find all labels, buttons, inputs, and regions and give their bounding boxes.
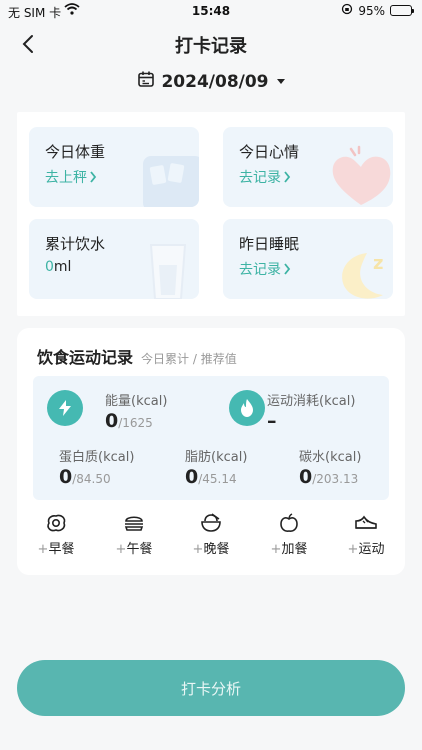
meal-label: 晚餐 (203, 542, 230, 557)
nav-bar: 打卡记录 (0, 28, 422, 60)
burger-icon (104, 512, 164, 534)
battery-icon (390, 5, 414, 16)
chevron-right-icon (90, 171, 97, 183)
apple-icon (259, 512, 319, 534)
water-value: 0ml (45, 259, 72, 275)
weight-title: 今日体重 (45, 143, 106, 161)
diet-title: 饮食运动记录 (37, 348, 134, 367)
moon-icon: z (342, 253, 383, 299)
diet-subtitle: 今日累计 / 推荐值 (141, 352, 237, 366)
calendar-icon (137, 70, 155, 93)
energy-label: 能量(kcal) (105, 394, 168, 409)
weight-action[interactable]: 去上秤 (45, 167, 97, 187)
caret-down-icon (276, 79, 285, 84)
meal-shortcuts: +早餐 +午餐 +晚餐 +加餐 +运动 (17, 512, 405, 560)
water-title: 累计饮水 (45, 235, 106, 253)
page-title: 打卡记录 (175, 36, 247, 57)
sleep-action[interactable]: 去记录 (239, 259, 291, 279)
battery-percent: 95% (358, 3, 385, 18)
add-breakfast-button[interactable]: +早餐 (26, 512, 86, 557)
mood-action[interactable]: 去记录 (239, 167, 291, 187)
exercise-value: – (267, 410, 277, 432)
protein-label: 蛋白质(kcal) (59, 450, 135, 465)
meal-label: 加餐 (281, 542, 308, 557)
carbs-label: 碳水(kcal) (299, 450, 362, 465)
meal-label: 早餐 (48, 542, 75, 557)
fat-label: 脂肪(kcal) (185, 450, 248, 465)
meal-label: 运动 (358, 542, 385, 557)
chevron-right-icon (284, 171, 291, 183)
carbs-value: 0/203.13 (299, 466, 359, 488)
energy-icon (47, 390, 83, 426)
weight-tile[interactable]: 今日体重 去上秤 (29, 127, 199, 207)
add-lunch-button[interactable]: +午餐 (104, 512, 164, 557)
exercise-label: 运动消耗(kcal) (267, 394, 356, 409)
add-dinner-button[interactable]: +晚餐 (181, 512, 241, 557)
fried-egg-icon (26, 512, 86, 534)
svg-text:z: z (373, 253, 383, 274)
sneaker-icon (336, 512, 396, 534)
energy-value: 0/1625 (105, 410, 153, 432)
daily-checkin-grid: 今日体重 去上秤 今日心情 去记录 累计饮水 0ml 昨日睡眠 去记录 z (17, 112, 405, 316)
water-tile[interactable]: 累计饮水 0ml (29, 219, 199, 299)
nutrition-stats: 能量(kcal) 0/1625 运动消耗(kcal) – 蛋白质(kcal) 0… (33, 376, 389, 500)
fat-value: 0/45.14 (185, 466, 237, 488)
add-snack-button[interactable]: +加餐 (259, 512, 319, 557)
rice-bowl-icon (181, 512, 241, 534)
sleep-tile[interactable]: 昨日睡眠 去记录 z (223, 219, 393, 299)
flame-icon (229, 390, 265, 426)
selected-date: 2024/08/09 (161, 71, 269, 92)
protein-value: 0/84.50 (59, 466, 111, 488)
scale-icon (143, 156, 199, 207)
diet-header: 饮食运动记录 今日累计 / 推荐值 (37, 344, 237, 368)
checkin-analysis-button[interactable]: 打卡分析 (17, 660, 405, 716)
glass-icon (149, 244, 187, 299)
add-exercise-button[interactable]: +运动 (336, 512, 396, 557)
mood-tile[interactable]: 今日心情 去记录 (223, 127, 393, 207)
orientation-lock-icon (341, 3, 353, 18)
status-bar: 无 SIM 卡 15:48 95% (0, 0, 422, 22)
chevron-right-icon (284, 263, 291, 275)
heart-icon (332, 145, 391, 205)
date-selector[interactable]: 2024/08/09 (0, 70, 422, 93)
diet-exercise-card: 饮食运动记录 今日累计 / 推荐值 能量(kcal) 0/1625 运动消耗(k… (17, 328, 405, 575)
sleep-title: 昨日睡眠 (239, 235, 300, 253)
meal-label: 午餐 (126, 542, 153, 557)
mood-title: 今日心情 (239, 143, 300, 161)
